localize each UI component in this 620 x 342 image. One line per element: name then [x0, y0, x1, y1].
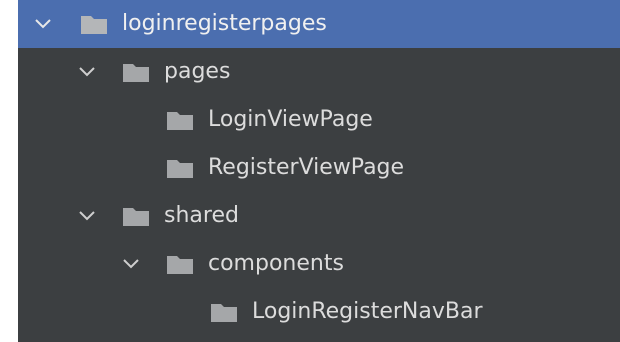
- folder-icon: [210, 301, 238, 323]
- folder-icon: [122, 61, 150, 83]
- folder-icon: [166, 157, 194, 179]
- project-tree: loginregisterpages pages LoginViewPage R…: [18, 0, 620, 336]
- tree-node-label: pages: [164, 59, 231, 84]
- tree-node-loginregisternavbar[interactable]: LoginRegisterNavBar: [18, 288, 620, 336]
- folder-icon: [166, 109, 194, 131]
- tree-node-label: shared: [164, 203, 239, 228]
- folder-icon: [122, 205, 150, 227]
- tree-node-components[interactable]: components: [18, 240, 620, 288]
- tree-node-label: loginregisterpages: [122, 11, 327, 36]
- tree-node-shared[interactable]: shared: [18, 192, 620, 240]
- tree-node-label: LoginRegisterNavBar: [252, 299, 483, 324]
- project-tree-panel: loginregisterpages pages LoginViewPage R…: [18, 0, 620, 342]
- tree-node-loginregisterpages[interactable]: loginregisterpages: [18, 0, 620, 48]
- tree-node-registerviewpage[interactable]: RegisterViewPage: [18, 144, 620, 192]
- chevron-down-icon[interactable]: [74, 203, 100, 229]
- tree-node-loginviewpage[interactable]: LoginViewPage: [18, 96, 620, 144]
- tree-node-label: RegisterViewPage: [208, 155, 405, 180]
- tree-node-pages[interactable]: pages: [18, 48, 620, 96]
- chevron-down-icon[interactable]: [74, 59, 100, 85]
- folder-icon: [80, 13, 108, 35]
- chevron-down-icon[interactable]: [118, 251, 144, 277]
- folder-icon: [166, 253, 194, 275]
- tree-node-label: components: [208, 251, 344, 276]
- tree-node-label: LoginViewPage: [208, 107, 373, 132]
- chevron-down-icon[interactable]: [30, 11, 56, 37]
